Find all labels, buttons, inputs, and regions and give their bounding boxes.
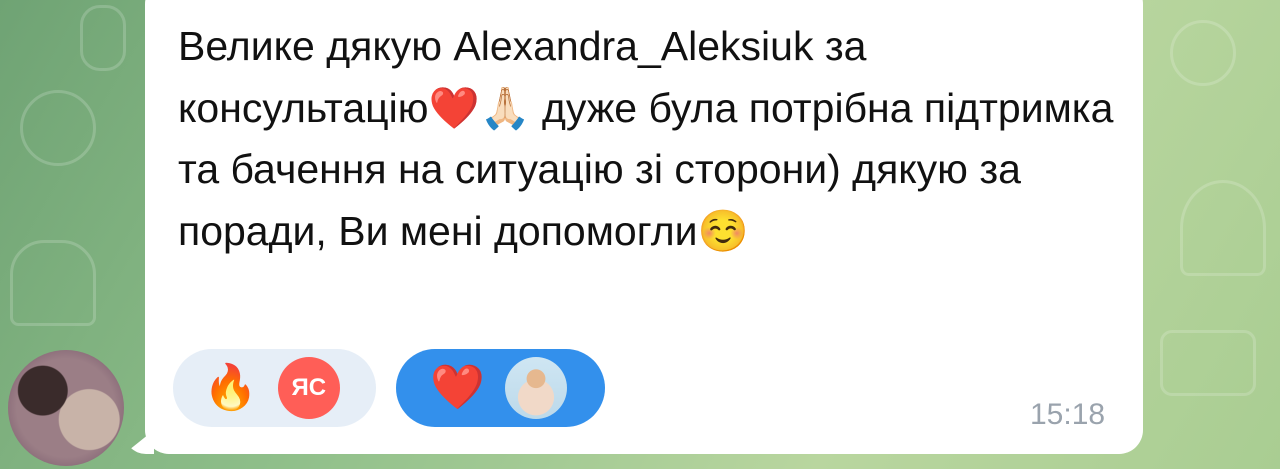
doodle-shape <box>20 90 96 166</box>
reactor-avatar-photo <box>504 357 567 419</box>
doodle-shape <box>1160 330 1256 396</box>
heart-emoji: ❤️ <box>430 363 485 412</box>
reactor-avatar-initials: ЯС <box>277 357 340 419</box>
doodle-shape <box>1180 180 1266 276</box>
reactions-bar: 🔥 ЯС ❤️ <box>173 349 605 427</box>
fire-emoji: 🔥 <box>203 363 258 412</box>
doodle-shape <box>10 240 96 326</box>
reaction-fire[interactable]: 🔥 ЯС <box>173 349 376 427</box>
doodle-shape <box>80 5 126 71</box>
sender-avatar[interactable] <box>8 350 124 466</box>
message-text: Велике дякую Alexandra_Aleksiuk за консу… <box>178 23 1125 254</box>
reaction-heart[interactable]: ❤️ <box>396 349 605 427</box>
doodle-shape <box>1170 20 1236 86</box>
message-timestamp: 15:18 <box>1030 398 1106 431</box>
